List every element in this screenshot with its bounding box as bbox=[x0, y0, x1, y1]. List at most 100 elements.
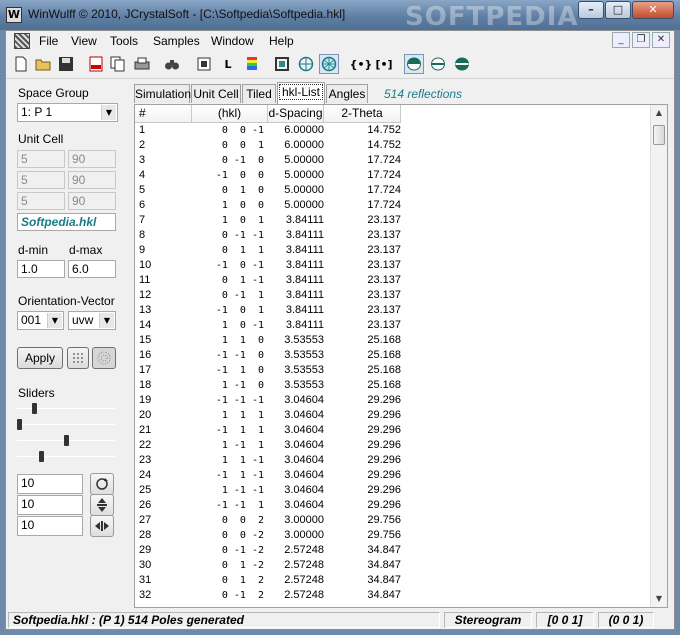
hemisphere-upper-icon[interactable] bbox=[404, 54, 424, 74]
table-row[interactable]: 23 1 1 -1 3.04604 29.296 bbox=[135, 453, 651, 468]
window-icon[interactable] bbox=[194, 54, 214, 74]
column-header-d-spacing[interactable]: d-Spacing bbox=[268, 105, 324, 123]
find-icon[interactable] bbox=[162, 54, 182, 74]
print-icon[interactable] bbox=[132, 54, 152, 74]
table-row[interactable]: 18 1 -1 0 3.53553 25.168 bbox=[135, 378, 651, 393]
slider-thumb[interactable] bbox=[32, 403, 37, 414]
table-row[interactable]: 6 1 0 0 5.00000 17.724 bbox=[135, 198, 651, 213]
slider-thumb[interactable] bbox=[64, 435, 69, 446]
mdi-restore-button[interactable]: ❐ bbox=[632, 32, 650, 48]
scroll-up-icon[interactable]: ▲ bbox=[651, 105, 667, 121]
table-row[interactable]: 7 1 0 1 3.84111 23.137 bbox=[135, 213, 651, 228]
table-row[interactable]: 9 0 1 1 3.84111 23.137 bbox=[135, 243, 651, 258]
grid-dots-button[interactable] bbox=[67, 347, 89, 369]
space-group-select[interactable]: 1: P 1 ▼ bbox=[17, 103, 118, 122]
tab-hkl-list[interactable]: hkl-List bbox=[277, 82, 325, 104]
mdi-minimize-button[interactable]: _ bbox=[612, 32, 630, 48]
table-row[interactable]: 8 0 -1 -1 3.84111 23.137 bbox=[135, 228, 651, 243]
table-row[interactable]: 26 -1 -1 1 3.04604 29.296 bbox=[135, 498, 651, 513]
table-row[interactable]: 27 0 0 2 3.00000 29.756 bbox=[135, 513, 651, 528]
tab-unit-cell[interactable]: Unit Cell bbox=[191, 84, 241, 103]
table-row[interactable]: 15 1 1 0 3.53553 25.168 bbox=[135, 333, 651, 348]
tab-angles[interactable]: Angles bbox=[326, 84, 368, 103]
table-row[interactable]: 3 0 -1 0 5.00000 17.724 bbox=[135, 153, 651, 168]
stereogram-icon[interactable] bbox=[319, 54, 339, 74]
pdf-icon[interactable] bbox=[86, 54, 106, 74]
table-row[interactable]: 1 0 0 -1 6.00000 14.752 bbox=[135, 123, 651, 138]
document-icon[interactable] bbox=[14, 33, 30, 49]
rotate-y-button[interactable] bbox=[90, 515, 114, 537]
menu-file[interactable]: File bbox=[39, 34, 58, 48]
fit-view-icon[interactable] bbox=[272, 54, 292, 74]
table-row[interactable]: 2 0 0 1 6.00000 14.752 bbox=[135, 138, 651, 153]
vector-type-select[interactable]: uvw ▼ bbox=[68, 311, 116, 330]
rotation-step-field-1[interactable]: 10 bbox=[17, 474, 83, 494]
table-row[interactable]: 19 -1 -1 -1 3.04604 29.296 bbox=[135, 393, 651, 408]
menu-samples[interactable]: Samples bbox=[153, 34, 200, 48]
menu-window[interactable]: Window bbox=[211, 34, 254, 48]
table-row[interactable]: 10 -1 0 -1 3.84111 23.137 bbox=[135, 258, 651, 273]
column-header-index[interactable]: # bbox=[135, 105, 192, 123]
cell-alpha-field[interactable]: 90 bbox=[68, 150, 116, 168]
cell-b-field[interactable]: 5 bbox=[17, 171, 65, 189]
table-row[interactable]: 25 1 -1 -1 3.04604 29.296 bbox=[135, 483, 651, 498]
rotation-slider-3[interactable] bbox=[17, 435, 115, 447]
maximize-button[interactable]: □ bbox=[605, 1, 631, 19]
table-row[interactable]: 22 1 -1 1 3.04604 29.296 bbox=[135, 438, 651, 453]
hemisphere-both-icon[interactable] bbox=[452, 54, 472, 74]
cell-gamma-field[interactable]: 90 bbox=[68, 192, 116, 210]
zone-brackets-icon[interactable]: [•] bbox=[374, 54, 394, 74]
table-row[interactable]: 21 -1 1 1 3.04604 29.296 bbox=[135, 423, 651, 438]
scroll-down-icon[interactable]: ▼ bbox=[651, 591, 667, 607]
hkl-table[interactable]: # (hkl) d-Spacing 2-Theta 1 0 0 -1 6.0000… bbox=[134, 104, 668, 608]
table-row[interactable]: 14 1 0 -1 3.84111 23.137 bbox=[135, 318, 651, 333]
dmax-field[interactable]: 6.0 bbox=[68, 260, 116, 278]
table-row[interactable]: 5 0 1 0 5.00000 17.724 bbox=[135, 183, 651, 198]
table-row[interactable]: 4 -1 0 0 5.00000 17.724 bbox=[135, 168, 651, 183]
tab-simulation[interactable]: Simulation bbox=[134, 84, 191, 103]
table-row[interactable]: 13 -1 0 1 3.84111 23.137 bbox=[135, 303, 651, 318]
table-row[interactable]: 17 -1 1 0 3.53553 25.168 bbox=[135, 363, 651, 378]
window-titlebar[interactable]: W WinWulff © 2010, JCrystalSoft - [C:\So… bbox=[0, 0, 680, 32]
column-header-2-theta[interactable]: 2-Theta bbox=[324, 105, 401, 123]
save-icon[interactable] bbox=[56, 54, 76, 74]
vertical-scrollbar[interactable]: ▲ ▼ bbox=[650, 105, 667, 607]
column-header-hkl[interactable]: (hkl) bbox=[192, 105, 268, 123]
table-row[interactable]: 11 0 1 -1 3.84111 23.137 bbox=[135, 273, 651, 288]
hemisphere-equator-icon[interactable] bbox=[428, 54, 448, 74]
rotate-z-button[interactable] bbox=[90, 473, 114, 495]
new-file-icon[interactable] bbox=[11, 54, 31, 74]
scroll-thumb[interactable] bbox=[653, 125, 665, 145]
table-row[interactable]: 30 0 1 -2 2.57248 34.847 bbox=[135, 558, 651, 573]
rotation-slider-4[interactable] bbox=[17, 451, 115, 463]
structure-file-field[interactable]: Softpedia.hkl bbox=[17, 213, 116, 231]
close-button[interactable]: ✕ bbox=[632, 1, 674, 19]
copy-icon[interactable] bbox=[108, 54, 128, 74]
table-row[interactable]: 32 0 -1 2 2.57248 34.847 bbox=[135, 588, 651, 603]
color-scale-icon[interactable] bbox=[242, 54, 262, 74]
letter-l-icon[interactable]: L bbox=[218, 54, 238, 74]
rotation-slider-1[interactable] bbox=[17, 403, 115, 415]
table-row[interactable]: 12 0 -1 1 3.84111 23.137 bbox=[135, 288, 651, 303]
cell-c-field[interactable]: 5 bbox=[17, 192, 65, 210]
wulff-net-icon[interactable] bbox=[296, 54, 316, 74]
menu-tools[interactable]: Tools bbox=[110, 34, 138, 48]
cell-a-field[interactable]: 5 bbox=[17, 150, 65, 168]
rotation-step-field-2[interactable]: 10 bbox=[17, 495, 83, 515]
rotation-step-field-3[interactable]: 10 bbox=[17, 516, 83, 536]
table-row[interactable]: 24 -1 1 -1 3.04604 29.296 bbox=[135, 468, 651, 483]
zone-braces-icon[interactable]: {•} bbox=[350, 54, 373, 74]
cell-beta-field[interactable]: 90 bbox=[68, 171, 116, 189]
menu-view[interactable]: View bbox=[71, 34, 97, 48]
dmin-field[interactable]: 1.0 bbox=[17, 260, 65, 278]
mdi-close-button[interactable]: ✕ bbox=[652, 32, 670, 48]
radial-dots-button[interactable] bbox=[92, 347, 116, 369]
table-row[interactable]: 28 0 0 -2 3.00000 29.756 bbox=[135, 528, 651, 543]
table-row[interactable]: 31 0 1 2 2.57248 34.847 bbox=[135, 573, 651, 588]
rotate-x-button[interactable] bbox=[90, 494, 114, 516]
table-row[interactable]: 20 1 1 1 3.04604 29.296 bbox=[135, 408, 651, 423]
orientation-vector-select[interactable]: 001 ▼ bbox=[17, 311, 64, 330]
menu-help[interactable]: Help bbox=[269, 34, 294, 48]
slider-thumb[interactable] bbox=[39, 451, 44, 462]
open-folder-icon[interactable] bbox=[33, 54, 53, 74]
